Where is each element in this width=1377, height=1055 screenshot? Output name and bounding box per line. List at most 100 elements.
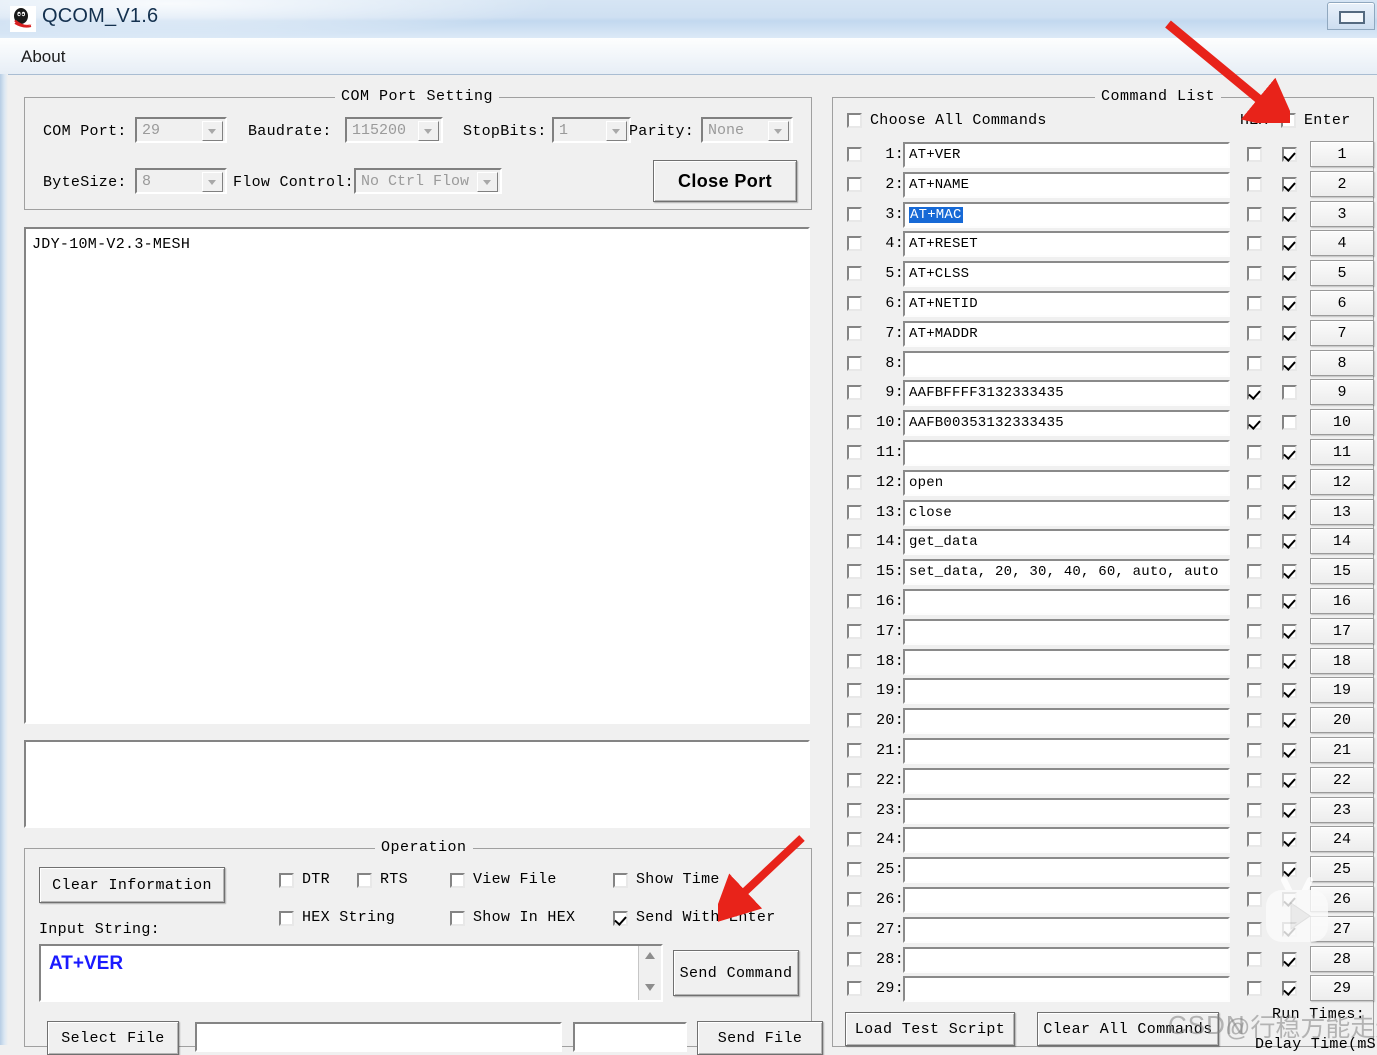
command-text-input[interactable]	[903, 768, 1230, 794]
command-enter-checkbox[interactable]	[1282, 177, 1297, 192]
chevron-down-icon[interactable]	[418, 121, 439, 141]
command-select-checkbox[interactable]	[847, 147, 862, 162]
parity-select[interactable]: None	[701, 117, 793, 143]
command-send-index-button[interactable]: 1	[1310, 141, 1374, 167]
bytesize-select[interactable]: 8	[135, 168, 227, 194]
command-hex-checkbox[interactable]	[1247, 773, 1262, 788]
command-send-index-button[interactable]: 4	[1310, 230, 1374, 256]
command-text-input[interactable]	[903, 440, 1230, 466]
command-select-checkbox[interactable]	[847, 266, 862, 281]
command-enter-checkbox[interactable]	[1282, 773, 1297, 788]
command-hex-checkbox[interactable]	[1247, 236, 1262, 251]
command-select-checkbox[interactable]	[847, 415, 862, 430]
clear-all-commands-button[interactable]: Clear All Commands	[1037, 1012, 1219, 1046]
command-text-input[interactable]	[903, 351, 1230, 377]
command-select-checkbox[interactable]	[847, 475, 862, 490]
command-send-index-button[interactable]: 21	[1310, 737, 1374, 763]
command-text-input[interactable]	[903, 798, 1230, 824]
chevron-down-icon[interactable]	[606, 121, 627, 141]
command-text-input[interactable]: AT+VER	[903, 142, 1230, 168]
command-hex-checkbox[interactable]	[1247, 564, 1262, 579]
command-text-input[interactable]: AT+RESET	[903, 231, 1230, 257]
choose-all-commands-checkbox[interactable]	[847, 113, 862, 128]
command-text-input[interactable]	[903, 976, 1230, 1002]
terminal-secondary-area[interactable]	[24, 740, 810, 828]
com-port-select[interactable]: 29	[135, 117, 227, 143]
chevron-down-icon[interactable]	[202, 172, 223, 192]
command-select-checkbox[interactable]	[847, 922, 862, 937]
command-hex-checkbox[interactable]	[1247, 385, 1262, 400]
command-enter-checkbox[interactable]	[1282, 922, 1297, 937]
command-send-index-button[interactable]: 13	[1310, 499, 1374, 525]
command-enter-checkbox[interactable]	[1282, 743, 1297, 758]
command-send-index-button[interactable]: 11	[1310, 439, 1374, 465]
command-enter-checkbox[interactable]	[1282, 415, 1297, 430]
command-text-input[interactable]: set_data, 20, 30, 40, 60, auto, auto	[903, 559, 1230, 585]
command-enter-checkbox[interactable]	[1282, 624, 1297, 639]
command-hex-checkbox[interactable]	[1247, 326, 1262, 341]
command-hex-checkbox[interactable]	[1247, 177, 1262, 192]
command-send-index-button[interactable]: 26	[1310, 886, 1374, 912]
clear-information-button[interactable]: Clear Information	[39, 867, 225, 903]
command-text-input[interactable]: AAFBFFFF3132333435	[903, 380, 1230, 406]
command-send-index-button[interactable]: 3	[1310, 201, 1374, 227]
command-select-checkbox[interactable]	[847, 326, 862, 341]
command-select-checkbox[interactable]	[847, 952, 862, 967]
command-select-checkbox[interactable]	[847, 445, 862, 460]
command-send-index-button[interactable]: 14	[1310, 528, 1374, 554]
command-enter-checkbox[interactable]	[1282, 147, 1297, 162]
command-send-index-button[interactable]: 22	[1310, 767, 1374, 793]
select-file-path-field[interactable]	[195, 1022, 562, 1052]
command-text-input[interactable]: AT+NETID	[903, 291, 1230, 317]
command-hex-checkbox[interactable]	[1247, 862, 1262, 877]
command-send-index-button[interactable]: 2	[1310, 171, 1374, 197]
command-select-checkbox[interactable]	[847, 773, 862, 788]
command-text-input[interactable]	[903, 917, 1230, 943]
command-select-checkbox[interactable]	[847, 624, 862, 639]
show-in-hex-checkbox[interactable]	[450, 911, 465, 926]
command-hex-checkbox[interactable]	[1247, 922, 1262, 937]
command-hex-checkbox[interactable]	[1247, 356, 1262, 371]
close-port-button[interactable]: Close Port	[653, 160, 797, 202]
hex-string-checkbox[interactable]	[279, 911, 294, 926]
command-hex-checkbox[interactable]	[1247, 415, 1262, 430]
command-select-checkbox[interactable]	[847, 803, 862, 818]
command-select-checkbox[interactable]	[847, 862, 862, 877]
input-string-field[interactable]: AT+VER	[39, 944, 663, 1002]
command-send-index-button[interactable]: 5	[1310, 260, 1374, 286]
show-time-checkbox[interactable]	[613, 873, 628, 888]
command-hex-checkbox[interactable]	[1247, 475, 1262, 490]
command-hex-checkbox[interactable]	[1247, 207, 1262, 222]
command-send-index-button[interactable]: 6	[1310, 290, 1374, 316]
command-hex-checkbox[interactable]	[1247, 743, 1262, 758]
command-hex-checkbox[interactable]	[1247, 654, 1262, 669]
command-hex-checkbox[interactable]	[1247, 624, 1262, 639]
command-hex-checkbox[interactable]	[1247, 505, 1262, 520]
command-select-checkbox[interactable]	[847, 654, 862, 669]
command-send-index-button[interactable]: 9	[1310, 379, 1374, 405]
command-hex-checkbox[interactable]	[1247, 952, 1262, 967]
command-send-index-button[interactable]: 24	[1310, 826, 1374, 852]
command-text-input[interactable]	[903, 827, 1230, 853]
command-text-input[interactable]	[903, 589, 1230, 615]
command-enter-checkbox[interactable]	[1282, 952, 1297, 967]
send-command-button[interactable]: Send Command	[673, 950, 799, 996]
rts-checkbox[interactable]	[357, 873, 372, 888]
command-select-checkbox[interactable]	[847, 594, 862, 609]
command-text-input[interactable]: get_data	[903, 529, 1230, 555]
command-enter-checkbox[interactable]	[1282, 475, 1297, 490]
command-select-checkbox[interactable]	[847, 832, 862, 847]
command-text-input[interactable]	[903, 619, 1230, 645]
view-file-checkbox[interactable]	[450, 873, 465, 888]
command-select-checkbox[interactable]	[847, 385, 862, 400]
command-enter-checkbox[interactable]	[1282, 266, 1297, 281]
command-select-checkbox[interactable]	[847, 981, 862, 996]
chevron-down-icon[interactable]	[477, 172, 498, 192]
command-send-index-button[interactable]: 29	[1310, 975, 1374, 1001]
command-send-index-button[interactable]: 28	[1310, 946, 1374, 972]
command-text-input[interactable]: open	[903, 470, 1230, 496]
command-select-checkbox[interactable]	[847, 356, 862, 371]
command-hex-checkbox[interactable]	[1247, 147, 1262, 162]
command-hex-checkbox[interactable]	[1247, 534, 1262, 549]
command-hex-checkbox[interactable]	[1247, 981, 1262, 996]
